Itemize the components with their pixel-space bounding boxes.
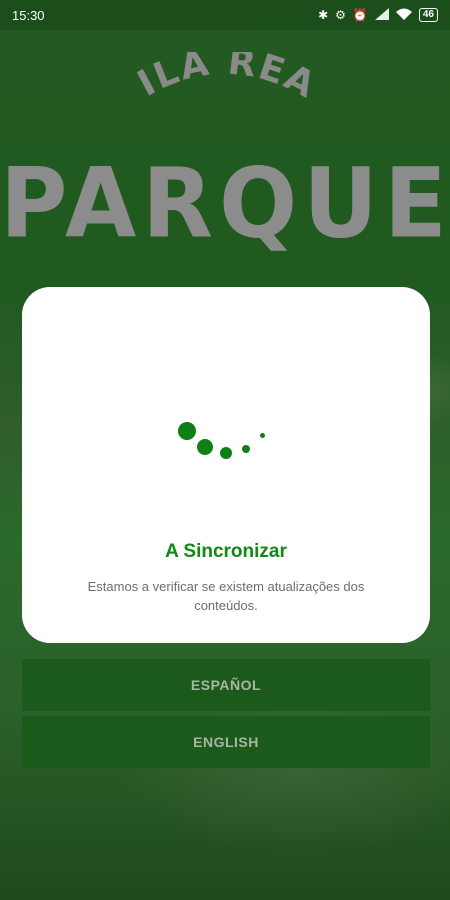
app-screen: 15:30 ✱ ⚙ ⏰ 46 VILA REAL PARQUE ESPAÑOL … <box>0 0 450 900</box>
logo-vila-real: VILA REAL <box>0 52 450 112</box>
loading-spinner <box>178 412 288 472</box>
bluetooth-icon: ✱ <box>318 8 329 22</box>
wifi-icon <box>395 8 412 23</box>
dialog-message: Estamos a verificar se existem atualizaç… <box>87 579 365 613</box>
battery-icon: 46 <box>418 8 438 22</box>
alarm-icon: ⏰ <box>352 8 368 22</box>
english-button[interactable]: ENGLISH <box>22 716 430 768</box>
spinner-dot <box>220 447 232 459</box>
signal-icon <box>374 7 389 23</box>
sync-dialog: A Sincronizar Estamos a verificar se exi… <box>22 287 430 643</box>
data-saver-icon: ⚙ <box>335 8 346 22</box>
dialog-title: A Sincronizar <box>165 541 287 562</box>
spinner-dot <box>242 445 250 453</box>
status-icons: ✱ ⚙ ⏰ 46 <box>318 7 438 23</box>
logo-top-text: VILA REAL <box>115 52 321 107</box>
spinner-dot <box>260 433 265 438</box>
spinner-dot <box>197 439 213 455</box>
svg-text:VILA REAL: VILA REAL <box>115 52 323 107</box>
logo-arc: VILA REAL <box>115 52 323 107</box>
status-time: 15:30 <box>12 7 45 23</box>
spanish-button[interactable]: ESPAÑOL <box>22 659 430 711</box>
logo-main-text: PARQUE <box>0 147 450 260</box>
status-bar: 15:30 ✱ ⚙ ⏰ 46 <box>0 0 450 30</box>
spinner-dot <box>178 422 196 440</box>
